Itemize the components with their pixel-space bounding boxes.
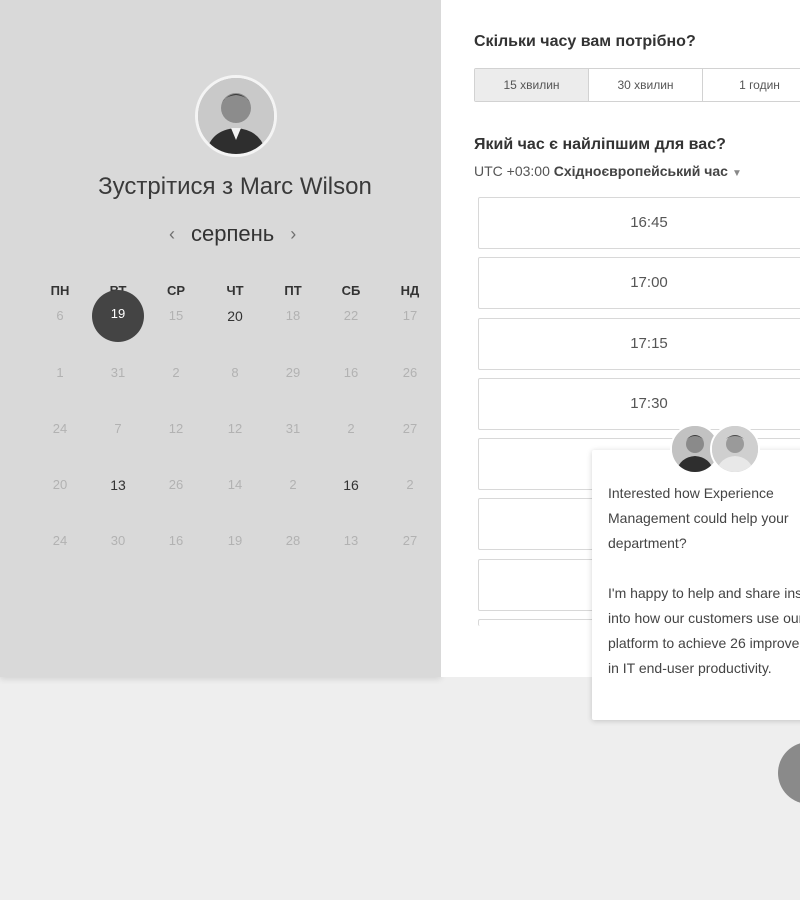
calendar-day-disabled: 19 — [227, 533, 243, 548]
duration-option-30[interactable]: 30 хвилин — [589, 69, 703, 101]
calendar-day-disabled: 2 — [172, 365, 180, 380]
calendar-day-disabled: 14 — [227, 477, 243, 492]
chat-paragraph: Interested how Experience Management cou… — [608, 485, 789, 551]
calendar-day[interactable]: 13 — [98, 476, 138, 494]
chat-message: Interested how Experience Management cou… — [608, 481, 800, 706]
calendar-day[interactable]: 20 — [215, 307, 255, 325]
weekday-label: ПН — [50, 283, 70, 298]
timezone-name: Східноєвропейський час — [553, 163, 728, 179]
calendar-day-disabled: 13 — [343, 533, 359, 548]
duration-question: Скільки часу вам потрібно? — [474, 33, 696, 50]
chat-popup[interactable]: Interested how Experience Management cou… — [592, 424, 800, 720]
calendar-day-disabled: 24 — [52, 421, 68, 436]
agent-avatar — [710, 424, 760, 474]
calendar-day-disabled: 2 — [347, 421, 355, 436]
calendar-day-disabled: 31 — [285, 421, 301, 436]
duration-option-60[interactable]: 1 годин — [703, 69, 800, 101]
calendar-day-disabled: 26 — [402, 365, 418, 380]
person-icon — [712, 426, 758, 472]
calendar-day-disabled: 31 — [110, 365, 126, 380]
month-label: серпень — [191, 221, 275, 246]
calendar-day-selected[interactable]: 19 — [92, 290, 144, 342]
calendar-day-disabled: 18 — [285, 308, 301, 323]
chat-launcher-button[interactable] — [778, 742, 800, 804]
weekday-label: НД — [400, 283, 420, 298]
calendar-day-disabled: 12 — [227, 421, 243, 436]
calendar-day-disabled: 16 — [168, 533, 184, 548]
weekday-label: СБ — [341, 283, 361, 298]
calendar-day-disabled: 2 — [289, 477, 297, 492]
calendar-day-disabled: 7 — [114, 421, 122, 436]
calendar-day-disabled: 27 — [402, 421, 418, 436]
time-question: Який час є найліпшим для вас? — [474, 136, 726, 153]
calendar-day-disabled: 16 — [343, 365, 359, 380]
timezone-offset: UTC +03:00 — [474, 163, 550, 179]
weekday-label: ПТ — [284, 283, 302, 298]
calendar-day-disabled: 17 — [402, 308, 418, 323]
host-name: Marc Wilson — [239, 173, 372, 200]
month-navigation: ‹ серпень › — [165, 221, 300, 247]
calendar-panel: Зустрітися з Marc Wilson ‹ серпень › ПНВ… — [0, 0, 441, 677]
person-icon — [198, 78, 274, 154]
calendar-day[interactable]: 16 — [331, 476, 371, 494]
calendar-day-disabled: 27 — [402, 533, 418, 548]
calendar-day-disabled: 15 — [168, 308, 184, 323]
calendar-day-disabled: 24 — [52, 533, 68, 548]
meet-title: Зустрітися з Marc Wilson — [0, 173, 470, 201]
host-avatar — [195, 75, 277, 157]
calendar-day-disabled: 20 — [52, 477, 68, 492]
weekday-label: СР — [166, 283, 186, 298]
chat-paragraph: I'm happy to help and share insight into… — [608, 585, 800, 676]
meet-prefix: Зустрітися з — [98, 173, 240, 200]
calendar-day-disabled: 29 — [285, 365, 301, 380]
calendar-day-disabled: 28 — [285, 533, 301, 548]
calendar-day-disabled: 26 — [168, 477, 184, 492]
time-slot[interactable]: 16:45 — [478, 197, 800, 249]
time-slot[interactable]: 17:00 — [478, 257, 800, 309]
calendar-day-disabled: 22 — [343, 308, 359, 323]
calendar-day-disabled: 8 — [231, 365, 239, 380]
calendar-day-disabled: 12 — [168, 421, 184, 436]
duration-option-15[interactable]: 15 хвилин — [475, 69, 589, 101]
time-slot[interactable]: 17:30 — [478, 378, 800, 430]
calendar-day-disabled: 2 — [406, 477, 414, 492]
next-month-icon[interactable]: › — [286, 224, 300, 245]
calendar-day-disabled: 30 — [110, 533, 126, 548]
timezone-selector[interactable]: UTC +03:00 Східноєвропейський час ▼ — [474, 163, 742, 179]
calendar-day-disabled: 1 — [56, 365, 64, 380]
calendar-day-disabled: 6 — [56, 308, 64, 323]
prev-month-icon[interactable]: ‹ — [165, 224, 179, 245]
chat-avatars — [670, 424, 760, 476]
weekday-label: ЧТ — [226, 283, 244, 298]
duration-selector: 15 хвилин 30 хвилин 1 годин — [474, 68, 800, 102]
time-slot[interactable]: 17:15 — [478, 318, 800, 370]
caret-down-icon: ▼ — [731, 168, 742, 179]
